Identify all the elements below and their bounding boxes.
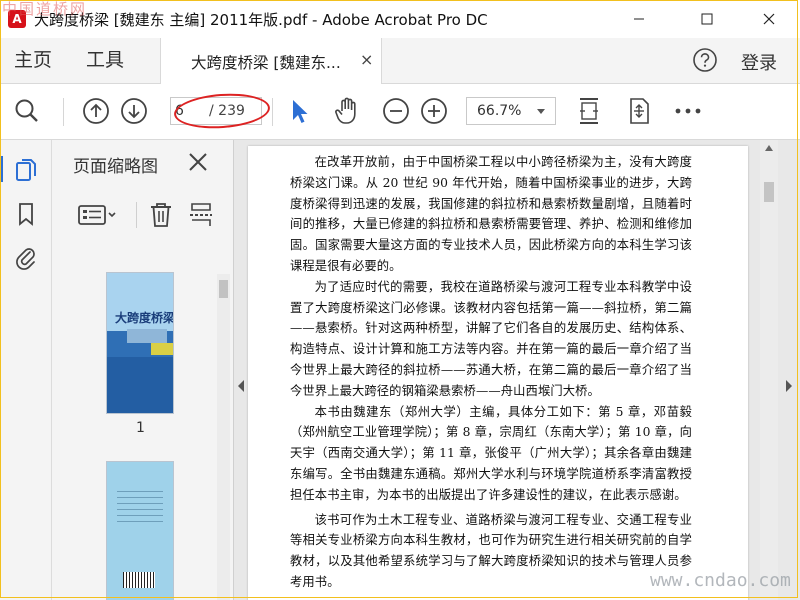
more-tools-button[interactable] — [673, 96, 703, 126]
expand-right-pane-icon[interactable] — [786, 380, 792, 392]
next-page-button[interactable] — [119, 96, 149, 126]
page-thumbnails-button[interactable] — [12, 156, 40, 184]
zoom-in-button[interactable] — [419, 96, 449, 126]
cover-accent-block — [151, 343, 173, 355]
help-button[interactable] — [692, 47, 718, 73]
barcode-image — [123, 572, 155, 588]
tab-home[interactable]: 主页 — [14, 38, 52, 83]
trash-icon — [151, 203, 171, 227]
help-icon — [693, 48, 717, 72]
pdf-page: 在改革开放前，由于中国桥梁工程以中小跨径桥梁为主，没有大跨度桥梁这门课。从 20… — [248, 146, 748, 600]
list-options-icon — [78, 205, 116, 225]
pane-title: 页面缩略图 — [73, 157, 158, 177]
document-viewer: 在改革开放前，由于中国桥梁工程以中小跨径桥梁为主，没有大跨度桥梁这门课。从 20… — [234, 140, 800, 600]
scroll-up-icon[interactable] — [765, 145, 773, 151]
chevron-down-icon — [537, 109, 545, 114]
hand-icon — [335, 97, 356, 124]
scrollbar-thumb[interactable] — [764, 182, 774, 202]
bookmark-icon — [19, 203, 33, 226]
fit-width-icon — [580, 98, 598, 124]
delete-pages-button[interactable] — [148, 200, 174, 230]
zoom-out-button[interactable] — [381, 96, 411, 126]
paragraph-2: 为了适应时代的需要，我校在道路桥梁与渡河工程专业本科教学中设置了大跨度桥梁这门必… — [290, 279, 692, 398]
pane-divider — [136, 202, 137, 228]
toolbar-divider — [63, 98, 64, 126]
title-bar: A 大跨度桥梁 [魏建东 主编] 2011年版.pdf - Adobe Acro… — [0, 0, 800, 38]
select-tool-button[interactable] — [284, 96, 314, 126]
zoom-in-icon — [421, 98, 447, 124]
close-window-button[interactable] — [746, 0, 792, 38]
close-tab-icon[interactable]: × — [360, 50, 373, 69]
thumbnail-text-lines — [117, 486, 163, 526]
paragraph-3: 本书由魏建东（郑州大学）主编，具体分工如下：第 5 章，邓苗毅（郑州航空工业管理… — [290, 404, 692, 502]
close-pane-button[interactable] — [186, 150, 210, 174]
search-button[interactable] — [12, 96, 42, 126]
active-indicator — [0, 156, 3, 182]
main-toolbar: / 239 66.7% — [0, 84, 800, 140]
zoom-dropdown[interactable]: 66.7% — [466, 97, 556, 125]
zoom-out-icon — [383, 98, 409, 124]
thumbnail-scrollbar[interactable] — [217, 274, 230, 600]
cover-band — [107, 357, 173, 413]
minimize-button[interactable] — [616, 0, 662, 38]
page-total-label: / 239 — [209, 103, 245, 119]
tab-bar: 主页 工具 大跨度桥梁 [魏建东... × 登录 — [0, 38, 800, 84]
document-tab-label: 大跨度桥梁 [魏建东... — [191, 54, 341, 72]
login-button[interactable]: 登录 — [741, 49, 777, 75]
paragraph-4: 该书可作为土木工程专业、道路桥梁与渡河工程专业、交通工程专业等相关专业桥梁方向本… — [290, 512, 692, 589]
page-thumbnails-pane: 页面缩略图 大跨度桥梁 1 — [52, 140, 234, 600]
minimize-icon — [634, 18, 644, 20]
page-thumbnail-1[interactable]: 大跨度桥梁 — [107, 273, 173, 413]
toolbar-divider — [272, 98, 273, 126]
thumbnail-page-label: 1 — [136, 420, 145, 436]
tab-tools[interactable]: 工具 — [86, 38, 124, 83]
fit-page-button[interactable] — [624, 96, 654, 126]
close-icon — [189, 153, 207, 171]
maximize-icon — [701, 13, 713, 25]
window-title: 大跨度桥梁 [魏建东 主编] 2011年版.pdf - Adobe Acroba… — [34, 11, 488, 29]
page-thumbnail-2[interactable] — [107, 462, 173, 600]
collapse-left-pane-icon[interactable] — [238, 380, 244, 392]
scrollbar-thumb[interactable] — [219, 280, 228, 298]
page-down-icon — [121, 98, 147, 124]
bookmarks-button[interactable] — [12, 200, 40, 228]
maximize-button[interactable] — [684, 0, 730, 38]
site-watermark-bottom: www.cndao.com — [650, 570, 791, 591]
select-arrow-icon — [293, 100, 308, 123]
page-up-icon — [83, 98, 109, 124]
insert-page-icon — [190, 203, 212, 226]
document-scrollbar[interactable] — [760, 140, 778, 600]
page-number-input[interactable] — [175, 101, 197, 121]
attachments-button[interactable] — [12, 244, 40, 272]
close-icon — [763, 13, 775, 25]
paperclip-icon — [16, 248, 35, 270]
previous-page-button[interactable] — [81, 96, 111, 126]
hand-tool-button[interactable] — [332, 96, 362, 126]
fit-page-icon — [630, 98, 649, 124]
zoom-level: 66.7% — [477, 103, 522, 119]
more-icon — [675, 108, 701, 114]
page-thumbnails-icon — [16, 159, 36, 181]
search-icon — [15, 99, 38, 122]
thumbnail-options-button[interactable] — [76, 200, 118, 230]
paragraph-1: 在改革开放前，由于中国桥梁工程以中小跨径桥梁为主，没有大跨度桥梁这门课。从 20… — [290, 155, 692, 273]
cover-bridge-image — [127, 329, 167, 343]
insert-page-button[interactable] — [188, 200, 214, 230]
tab-document[interactable]: 大跨度桥梁 [魏建东... × — [160, 38, 382, 84]
page-text: 在改革开放前，由于中国桥梁工程以中小跨径桥梁为主，没有大跨度桥梁这门课。从 20… — [290, 152, 692, 593]
site-watermark-top: 中国道桥网 — [2, 0, 88, 18]
cover-title: 大跨度桥梁 — [115, 311, 173, 325]
fit-width-button[interactable] — [574, 96, 604, 126]
page-number-box: / 239 — [170, 97, 262, 125]
navigation-rail — [0, 140, 52, 600]
